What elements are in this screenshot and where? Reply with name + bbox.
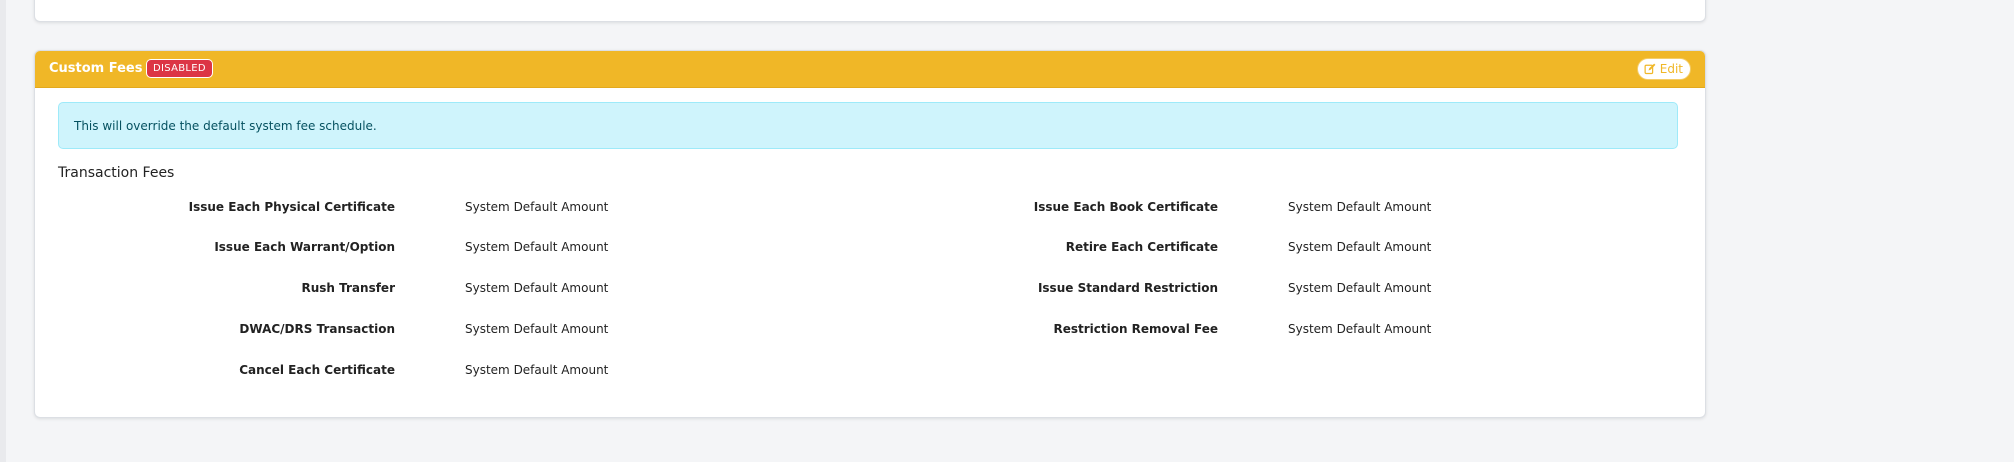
fee-label: Issue Each Book Certificate	[1033, 200, 1218, 214]
fee-label: Rush Transfer	[301, 281, 396, 295]
info-message: This will override the default system fe…	[74, 119, 377, 133]
edit-button-label: Edit	[1659, 62, 1683, 76]
card-header: Custom Fees DISABLED Edit	[35, 51, 1705, 88]
edit-icon	[1644, 63, 1656, 75]
previous-card-bottom	[34, 0, 1706, 22]
fee-value: System Default Amount	[465, 281, 609, 295]
fee-label: Retire Each Certificate	[1065, 240, 1218, 254]
fee-label: Issue Standard Restriction	[1037, 281, 1218, 295]
fee-value: System Default Amount	[465, 322, 609, 336]
edit-button[interactable]: Edit	[1636, 58, 1691, 80]
fee-value: System Default Amount	[1288, 200, 1432, 214]
fee-value: System Default Amount	[465, 240, 609, 254]
fee-value: System Default Amount	[465, 363, 609, 377]
fee-label: Restriction Removal Fee	[1053, 322, 1218, 336]
fee-label: Issue Each Warrant/Option	[214, 240, 395, 254]
fee-value: System Default Amount	[465, 200, 609, 214]
status-badge: DISABLED	[146, 59, 213, 78]
fee-label: DWAC/DRS Transaction	[239, 322, 395, 336]
page: Custom Fees DISABLED Edit This will over…	[0, 0, 2014, 462]
fee-value: System Default Amount	[1288, 281, 1432, 295]
fee-value: System Default Amount	[1288, 240, 1432, 254]
fee-label: Issue Each Physical Certificate	[188, 200, 395, 214]
card-title: Custom Fees	[49, 61, 143, 76]
section-title: Transaction Fees	[58, 165, 175, 181]
fee-label: Cancel Each Certificate	[239, 363, 395, 377]
info-alert: This will override the default system fe…	[58, 102, 1678, 149]
left-edge-strip	[0, 0, 6, 462]
fee-value: System Default Amount	[1288, 322, 1432, 336]
custom-fees-card: Custom Fees DISABLED Edit This will over…	[34, 50, 1706, 418]
